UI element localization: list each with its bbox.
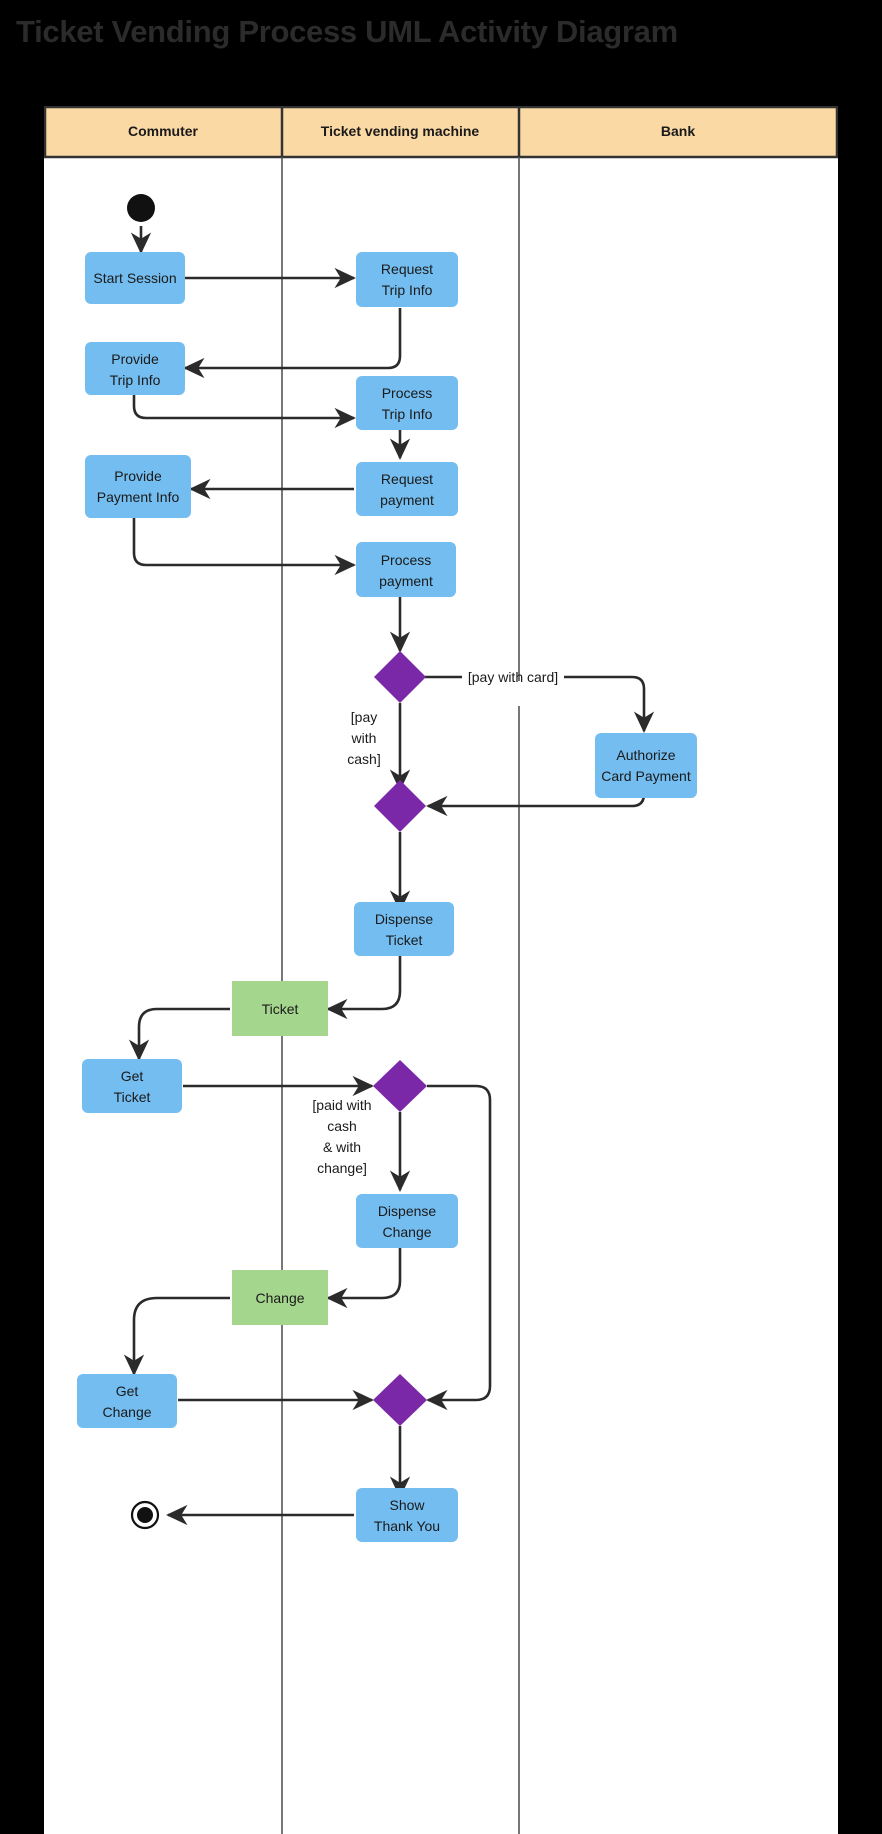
initial-node[interactable] — [127, 194, 155, 222]
guard-pay-with-cash-line-1: [pay — [351, 709, 377, 725]
edge-dispense-change-to-change-object — [326, 1248, 402, 1309]
decision-payment-type[interactable] — [374, 651, 426, 703]
guard-paid-with-cash-change-line-3: & with — [323, 1139, 361, 1155]
merge-final-shape — [373, 1374, 427, 1426]
edge-dispense-ticket-to-ticket-object — [326, 956, 402, 1020]
action-authorize-card-payment[interactable]: Authorize Card Payment — [595, 733, 697, 798]
lane-header-bank: Bank — [661, 123, 695, 139]
lane-header-commuter: Commuter — [128, 123, 199, 139]
merge-payment[interactable] — [374, 780, 426, 832]
action-request-trip-info[interactable]: Request Trip Info — [356, 252, 458, 307]
object-node-change-label: Change — [255, 1290, 304, 1306]
action-request-payment[interactable]: Request payment — [356, 462, 458, 516]
decision-change-shape — [373, 1060, 427, 1112]
action-dispense-ticket-label-2: Ticket — [386, 932, 423, 948]
action-process-payment[interactable]: Process payment — [356, 542, 456, 597]
guard-paid-with-cash-change-line-2: cash — [327, 1118, 357, 1134]
object-node-ticket-label: Ticket — [262, 1001, 299, 1017]
action-request-trip-info-label-2: Trip Info — [382, 282, 433, 298]
action-get-change-label-2: Change — [102, 1404, 151, 1420]
edge-provide-trip-info-to-process-trip-info — [132, 394, 356, 429]
action-dispense-change-label-1: Dispense — [378, 1203, 437, 1219]
final-node-inner-disc — [137, 1507, 153, 1523]
merge-final[interactable] — [373, 1374, 427, 1426]
guard-pay-with-cash-line-3: cash] — [347, 751, 380, 767]
action-get-change-label-1: Get — [116, 1383, 139, 1399]
guard-paid-with-cash-change-line-4: change] — [317, 1160, 367, 1176]
action-show-thank-you-label-2: Thank You — [374, 1518, 440, 1534]
action-process-payment-label-1: Process — [381, 552, 432, 568]
action-dispense-change-label-2: Change — [382, 1224, 431, 1240]
action-provide-payment-info[interactable]: Provide Payment Info — [85, 455, 191, 518]
action-get-ticket-label-2: Ticket — [114, 1089, 151, 1105]
object-node-change[interactable]: Change — [232, 1270, 328, 1325]
action-show-thank-you-label-1: Show — [389, 1497, 425, 1513]
action-authorize-card-payment-shape — [595, 733, 697, 798]
object-node-ticket[interactable]: Ticket — [232, 981, 328, 1036]
action-request-payment-label-2: payment — [380, 492, 434, 508]
final-node[interactable] — [130, 1500, 160, 1530]
edge-change-object-to-get-change — [123, 1296, 230, 1376]
action-authorize-card-payment-label-2: Card Payment — [601, 768, 691, 784]
action-authorize-card-payment-label-1: Authorize — [616, 747, 675, 763]
action-process-trip-info-label-1: Process — [382, 385, 433, 401]
edge-request-trip-info-to-provide-trip-info — [183, 308, 402, 379]
guard-paid-with-cash-change-line-1: [paid with — [312, 1097, 371, 1113]
lane-header-ticket-vending-machine: Ticket vending machine — [321, 123, 480, 139]
action-provide-trip-info-label-1: Provide — [111, 351, 159, 367]
guard-pay-with-card: [pay with card] — [468, 669, 558, 685]
action-start-session-label: Start Session — [93, 270, 176, 286]
action-get-ticket-label-1: Get — [121, 1068, 144, 1084]
action-provide-payment-info-label-2: Payment Info — [97, 489, 180, 505]
action-request-trip-info-label-1: Request — [381, 261, 433, 277]
action-provide-payment-info-shape — [85, 455, 191, 518]
action-request-payment-label-1: Request — [381, 471, 433, 487]
action-get-ticket[interactable]: Get Ticket — [82, 1059, 182, 1113]
action-provide-payment-info-label-1: Provide — [114, 468, 162, 484]
action-dispense-change[interactable]: Dispense Change — [356, 1194, 458, 1248]
action-process-trip-info[interactable]: Process Trip Info — [356, 376, 458, 430]
action-dispense-ticket[interactable]: Dispense Ticket — [354, 902, 454, 956]
page-title: Ticket Vending Process UML Activity Diag… — [16, 14, 678, 49]
swimlane-header-band: Commuter Ticket vending machine Bank — [44, 106, 838, 159]
action-process-trip-info-label-2: Trip Info — [382, 406, 433, 422]
activity-diagram-canvas: Commuter Ticket vending machine Bank [pa… — [44, 106, 838, 1834]
initial-node-circle — [127, 194, 155, 222]
edge-provide-payment-info-to-process-payment — [132, 518, 356, 576]
decision-change[interactable] — [373, 1060, 427, 1112]
action-process-payment-label-2: payment — [379, 573, 433, 589]
edge-decision-to-authorize-card-payment — [564, 675, 655, 733]
action-dispense-ticket-label-1: Dispense — [375, 911, 434, 927]
action-provide-trip-info[interactable]: Provide Trip Info — [85, 342, 185, 395]
action-start-session[interactable]: Start Session — [85, 252, 185, 304]
action-get-change[interactable]: Get Change — [77, 1374, 177, 1428]
merge-payment-shape — [374, 780, 426, 832]
action-show-thank-you[interactable]: Show Thank You — [356, 1488, 458, 1542]
decision-payment-type-shape — [374, 651, 426, 703]
guard-pay-with-cash-line-2: with — [351, 730, 377, 746]
action-provide-trip-info-label-2: Trip Info — [110, 372, 161, 388]
edge-ticket-object-to-get-ticket — [128, 1007, 230, 1061]
